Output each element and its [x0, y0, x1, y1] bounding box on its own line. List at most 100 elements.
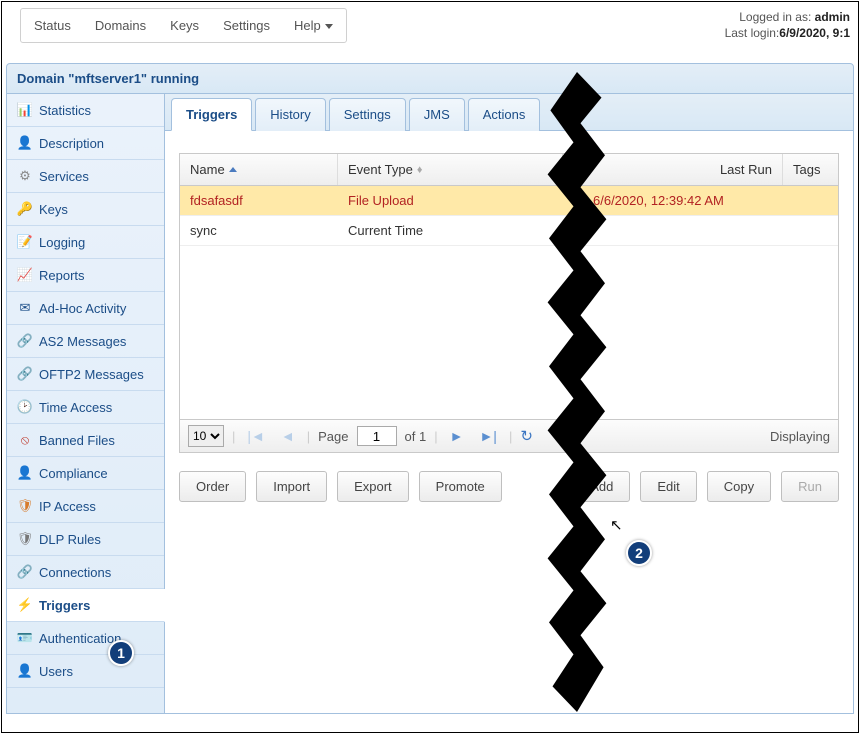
sidebar-item-label: Ad-Hoc Activity — [39, 301, 126, 316]
sort-asc-icon — [229, 167, 237, 172]
sidebar-item-logging[interactable]: 📝 Logging — [7, 226, 164, 259]
sidebar-item-triggers[interactable]: ⚡ Triggers — [7, 589, 165, 622]
cursor-icon: ↖ — [610, 516, 623, 534]
sidebar-item-label: DLP Rules — [39, 532, 101, 547]
edit-button[interactable]: Edit — [640, 471, 696, 502]
col-tags[interactable]: Tags — [783, 154, 838, 185]
cell-type: File Upload — [338, 186, 563, 215]
step-badge-1: 1 — [108, 640, 134, 666]
sidebar-item-adhoc[interactable]: ✉ Ad-Hoc Activity — [7, 292, 164, 325]
sidebar-item-services[interactable]: ⚙ Services — [7, 160, 164, 193]
tabstrip: Triggers History Settings JMS Actions — [165, 94, 853, 131]
tab-actions[interactable]: Actions — [468, 98, 541, 131]
table-row[interactable]: fdsafasdfFile Upload 6/6/2020, 12:39:42 A… — [180, 186, 838, 216]
sidebar-item-dlp[interactable]: 🛡DLP Rules — [7, 523, 164, 556]
sidebar-item-ipaccess-icon: 🛡 — [17, 498, 33, 514]
topmenu-keys[interactable]: Keys — [158, 10, 211, 41]
sidebar-item-label: Banned Files — [39, 433, 115, 448]
sidebar-item-connections[interactable]: 🔗Connections — [7, 556, 164, 589]
sidebar: 📊Statistics👤Description ⚙ Services 🔑Keys 📝 Lo… — [7, 94, 165, 713]
sidebar-item-reports-icon: 📈 — [17, 267, 33, 283]
sidebar-item-label: Logging — [39, 235, 85, 250]
tab-settings[interactable]: Settings — [329, 98, 406, 131]
tab-jms[interactable]: JMS — [409, 98, 465, 131]
sidebar-item-services-icon: ⚙ — [17, 168, 33, 184]
top-menu: Status Domains Keys Settings Help — [20, 8, 347, 43]
sidebar-item-label: Triggers — [39, 598, 90, 613]
topmenu-status[interactable]: Status — [22, 10, 83, 41]
sidebar-item-timeaccess[interactable]: 🕑 Time Access — [7, 391, 164, 424]
pager-first-icon[interactable]: |◄ — [243, 428, 269, 444]
cell-name: fdsafasdf — [180, 186, 338, 215]
page-number-input[interactable] — [357, 426, 397, 446]
sidebar-item-banned-icon: ⦸ — [17, 432, 33, 448]
promote-button[interactable]: Promote — [419, 471, 502, 502]
pager-next-icon[interactable]: ► — [446, 428, 468, 444]
cell-lastrun: 6/6/2020, 12:39:42 AM — [583, 186, 783, 215]
sidebar-item-label: IP Access — [39, 499, 96, 514]
export-button[interactable]: Export — [337, 471, 409, 502]
sidebar-item-description-icon: 👤 — [17, 135, 33, 151]
button-bar: Order Import Export Promote AddEditCopyR… — [165, 471, 853, 502]
tab-history[interactable]: History — [255, 98, 325, 131]
sidebar-item-oftp2[interactable]: 🔗 OFTP2 Messages — [7, 358, 164, 391]
sidebar-item-triggers-icon: ⚡ — [17, 597, 33, 613]
sidebar-item-label: Keys — [39, 202, 68, 217]
cell-tags — [783, 216, 838, 245]
cell-type: Current Time — [338, 216, 563, 245]
sidebar-item-as2-icon: 🔗 — [17, 333, 33, 349]
page-of-label: of 1 — [405, 429, 427, 444]
grid-body: fdsafasdfFile Upload 6/6/2020, 12:39:42 A… — [180, 186, 838, 419]
import-button[interactable]: Import — [256, 471, 327, 502]
pager-last-icon[interactable]: ►| — [475, 428, 501, 444]
domain-status-bar: Domain "mftserver1" running — [6, 63, 854, 94]
sidebar-item-label: Reports — [39, 268, 85, 283]
sidebar-item-label: Users — [39, 664, 73, 679]
col-event-type[interactable]: Event Type♦ — [338, 154, 563, 185]
sidebar-item-as2[interactable]: 🔗AS2 Messages — [7, 325, 164, 358]
sidebar-item-statistics[interactable]: 📊Statistics — [7, 94, 164, 127]
chevron-down-icon — [325, 24, 333, 29]
copy-button[interactable]: Copy — [707, 471, 771, 502]
sidebar-item-banned[interactable]: ⦸ Banned Files — [7, 424, 164, 457]
sidebar-item-label: Compliance — [39, 466, 108, 481]
grid-header: Name Event Type♦ Last Run Tags — [180, 154, 838, 186]
sidebar-item-keys[interactable]: 🔑Keys — [7, 193, 164, 226]
sidebar-item-statistics-icon: 📊 — [17, 102, 33, 118]
sidebar-item-reports[interactable]: 📈 Reports — [7, 259, 164, 292]
sidebar-item-timeaccess-icon: 🕑 — [17, 399, 33, 415]
page-label: Page — [318, 429, 348, 444]
cell-tags — [783, 186, 838, 215]
sidebar-item-label: Services — [39, 169, 89, 184]
run-button[interactable]: Run — [781, 471, 839, 502]
sidebar-item-label: Time Access — [39, 400, 112, 415]
topmenu-help[interactable]: Help — [282, 10, 345, 41]
pager-prev-icon[interactable]: ◄ — [277, 428, 299, 444]
sidebar-item-auth[interactable]: 🪪Authentication — [7, 622, 164, 655]
tab-triggers[interactable]: Triggers — [171, 98, 252, 131]
sidebar-item-compliance-icon: 👤 — [17, 465, 33, 481]
sidebar-item-logging-icon: 📝 — [17, 234, 33, 250]
topmenu-domains[interactable]: Domains — [83, 10, 158, 41]
sidebar-item-label: OFTP2 Messages — [39, 367, 144, 382]
table-row[interactable]: syncCurrent Time — [180, 216, 838, 246]
page-size-select[interactable]: 10 — [188, 425, 224, 447]
grid-footer: 10 | |◄ ◄ | Page of 1 | ► ►| | ↻ Display… — [180, 419, 838, 452]
displaying-label: Displaying — [770, 429, 830, 444]
col-name[interactable]: Name — [180, 154, 338, 185]
sidebar-item-adhoc-icon: ✉ — [17, 300, 33, 316]
sidebar-item-label: Authentication — [39, 631, 121, 646]
sidebar-item-oftp2-icon: 🔗 — [17, 366, 33, 382]
sidebar-item-label: Connections — [39, 565, 111, 580]
sidebar-item-ipaccess[interactable]: 🛡 IP Access — [7, 490, 164, 523]
col-last-run[interactable]: Last Run — [583, 154, 783, 185]
sidebar-item-users[interactable]: 👤 Users — [7, 655, 164, 688]
sidebar-item-compliance[interactable]: 👤 Compliance — [7, 457, 164, 490]
cell-name: sync — [180, 216, 338, 245]
topmenu-settings[interactable]: Settings — [211, 10, 282, 41]
sidebar-item-users-icon: 👤 — [17, 663, 33, 679]
order-button[interactable]: Order — [179, 471, 246, 502]
sidebar-item-description[interactable]: 👤Description — [7, 127, 164, 160]
refresh-icon[interactable]: ↻ — [520, 427, 533, 445]
triggers-grid: Name Event Type♦ Last Run Tags fdsafasdf… — [179, 153, 839, 453]
